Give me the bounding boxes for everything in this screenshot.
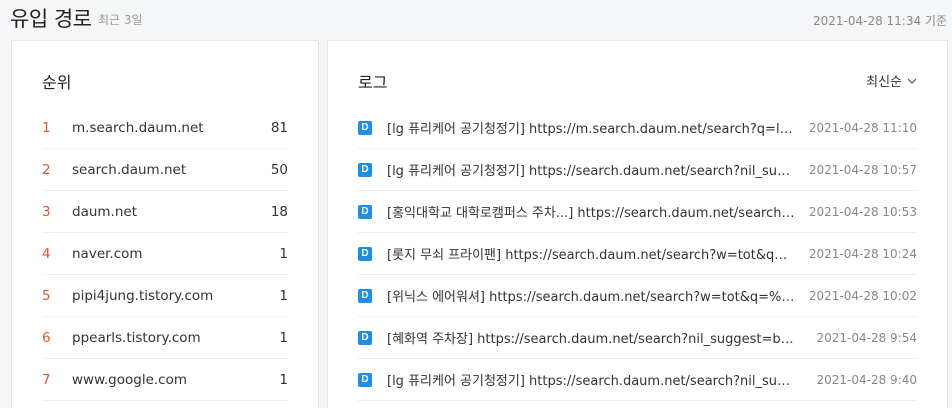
rank-card-title: 순위 — [42, 73, 72, 92]
log-row[interactable]: D [혜화역 주차장] https://search.daum.net/sear… — [358, 317, 917, 359]
rank-number: 3 — [42, 203, 51, 220]
daum-icon: D — [358, 120, 372, 135]
log-row[interactable]: D [lg 퓨리케어 공기청정기] https://m.search.daum.… — [358, 107, 917, 149]
rank-domain: search.daum.net — [72, 161, 187, 178]
rank-row: 7 www.google.com 1 — [42, 359, 288, 401]
rank-row: 6 ppearls.tistory.com 1 — [42, 317, 288, 359]
rank-row: 1 m.search.daum.net 81 — [42, 107, 288, 149]
rank-count: 1 — [279, 371, 288, 388]
rank-row: 2 search.daum.net 50 — [42, 149, 288, 191]
log-link[interactable]: [lg 퓨리케어 공기청정기] https://search.daum.net/… — [387, 160, 795, 179]
log-link[interactable]: [롯지 무쇠 프라이팬] https://search.daum.net/sea… — [387, 244, 795, 263]
page-subtitle: 최근 3일 — [98, 13, 143, 27]
rank-count: 18 — [270, 203, 288, 220]
daum-icon: D — [358, 204, 372, 219]
rank-number: 6 — [42, 329, 51, 346]
chevron-down-icon — [907, 78, 917, 84]
rank-number: 2 — [42, 161, 51, 178]
log-card: 로그 최신순 D [lg 퓨리케어 공기청정기] https://m.searc… — [327, 40, 948, 408]
rank-domain: naver.com — [72, 245, 143, 262]
rank-card: 순위 1 m.search.daum.net 81 2 search.daum.… — [11, 40, 319, 408]
rank-count: 1 — [279, 245, 288, 262]
log-time: 2021-04-28 9:40 — [816, 372, 918, 387]
rank-number: 7 — [42, 371, 51, 388]
log-link[interactable]: [홍익대학교 대학로캠퍼스 주차...] https://search.daum… — [387, 202, 795, 221]
rank-count: 1 — [279, 329, 288, 346]
rank-number: 4 — [42, 245, 51, 262]
log-time: 2021-04-28 10:57 — [808, 162, 917, 177]
rank-domain: daum.net — [72, 203, 137, 220]
log-time: 2021-04-28 10:53 — [808, 204, 917, 219]
daum-icon: D — [358, 288, 372, 303]
log-row[interactable]: D [lg 퓨리케어 공기청정기] https://search.daum.ne… — [358, 149, 917, 191]
rank-domain: ppearls.tistory.com — [72, 329, 201, 346]
page-title: 유입 경로 — [10, 7, 92, 31]
log-time: 2021-04-28 10:24 — [808, 246, 917, 261]
updated-timestamp: 2021-04-28 11:34 기준 — [812, 14, 947, 28]
rank-count: 1 — [279, 287, 288, 304]
log-list: D [lg 퓨리케어 공기청정기] https://m.search.daum.… — [358, 107, 917, 401]
daum-icon: D — [358, 330, 372, 345]
sort-label: 최신순 — [866, 75, 902, 90]
log-time: 2021-04-28 9:54 — [816, 330, 918, 345]
daum-icon: D — [358, 372, 372, 387]
log-time: 2021-04-28 11:10 — [808, 120, 917, 135]
rank-count: 50 — [270, 161, 288, 178]
log-link[interactable]: [lg 퓨리케어 공기청정기] https://m.search.daum.ne… — [387, 118, 795, 137]
rank-count: 81 — [270, 119, 288, 136]
rank-row: 4 naver.com 1 — [42, 233, 288, 275]
daum-icon: D — [358, 162, 372, 177]
log-link[interactable]: [위닉스 에어워셔] https://search.daum.net/searc… — [387, 286, 795, 305]
log-row[interactable]: D [위닉스 에어워셔] https://search.daum.net/sea… — [358, 275, 917, 317]
rank-row: 3 daum.net 18 — [42, 191, 288, 233]
daum-icon: D — [358, 246, 372, 261]
rank-list: 1 m.search.daum.net 81 2 search.daum.net… — [42, 107, 288, 401]
rank-domain: pipi4jung.tistory.com — [72, 287, 214, 304]
rank-domain: www.google.com — [72, 371, 188, 388]
rank-row: 5 pipi4jung.tistory.com 1 — [42, 275, 288, 317]
log-time: 2021-04-28 10:02 — [808, 288, 917, 303]
sort-dropdown[interactable]: 최신순 — [866, 71, 917, 90]
log-row[interactable]: D [홍익대학교 대학로캠퍼스 주차...] https://search.da… — [358, 191, 917, 233]
log-row[interactable]: D [lg 퓨리케어 공기청정기] https://search.daum.ne… — [358, 359, 917, 401]
log-row[interactable]: D [롯지 무쇠 프라이팬] https://search.daum.net/s… — [358, 233, 917, 275]
rank-number: 5 — [42, 287, 51, 304]
log-link[interactable]: [혜화역 주차장] https://search.daum.net/search… — [387, 328, 795, 347]
rank-domain: m.search.daum.net — [72, 119, 204, 136]
rank-number: 1 — [42, 119, 51, 136]
page-header: 유입 경로 최근 3일 2021-04-28 11:34 기준 — [10, 0, 952, 40]
log-card-title: 로그 — [358, 73, 388, 92]
log-link[interactable]: [lg 퓨리케어 공기청정기] https://search.daum.net/… — [387, 370, 795, 389]
